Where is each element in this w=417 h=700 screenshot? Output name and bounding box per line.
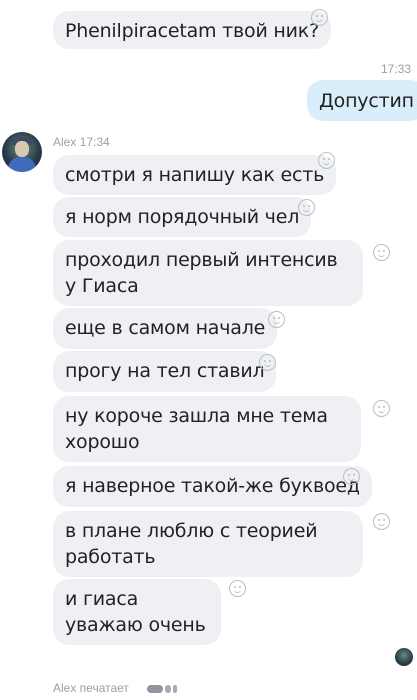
smile-reaction-icon[interactable] <box>373 513 390 530</box>
typing-indicator-label: Alex печатает <box>53 681 129 695</box>
message-bubble[interactable]: проходил первый интенсив у Гиаса <box>53 240 363 306</box>
message-bubble[interactable]: Phenilpiracetam твой ник? <box>53 11 331 49</box>
user-avatar[interactable] <box>2 132 42 172</box>
smile-reaction-icon[interactable] <box>311 9 328 26</box>
message-time: 17:33 <box>381 62 412 76</box>
smile-reaction-icon[interactable] <box>298 199 315 216</box>
sender-header: Alex 17:34 <box>53 135 110 149</box>
smile-reaction-icon[interactable] <box>318 152 335 169</box>
smile-reaction-icon[interactable] <box>343 468 360 485</box>
message-bubble[interactable]: еще в самом начале <box>53 308 278 349</box>
sender-name[interactable]: Alex <box>53 135 76 149</box>
read-receipt-avatar <box>395 648 413 666</box>
message-bubble[interactable]: смотри я напишу как есть <box>53 155 337 195</box>
message-bubble[interactable]: прогу на тел ставил <box>53 351 277 392</box>
smile-reaction-icon[interactable] <box>373 400 390 417</box>
message-bubble[interactable]: ну короче зашла мне тема хорошо <box>53 396 361 462</box>
message-bubble[interactable]: я норм порядочный чел <box>53 197 312 237</box>
own-message-bubble[interactable]: Допустип <box>307 80 417 121</box>
smile-reaction-icon[interactable] <box>268 311 285 328</box>
message-bubble[interactable]: и гиаса уважаю очень <box>53 579 221 645</box>
smile-reaction-icon[interactable] <box>373 244 390 261</box>
typing-dots-icon <box>147 685 177 695</box>
message-bubble[interactable]: в плане люблю с теорией работать <box>53 511 363 577</box>
smile-reaction-icon[interactable] <box>229 580 246 597</box>
message-bubble[interactable]: я наверное такой-же буквоед <box>53 466 372 507</box>
smile-reaction-icon[interactable] <box>259 354 276 371</box>
sender-time: 17:34 <box>79 135 110 149</box>
